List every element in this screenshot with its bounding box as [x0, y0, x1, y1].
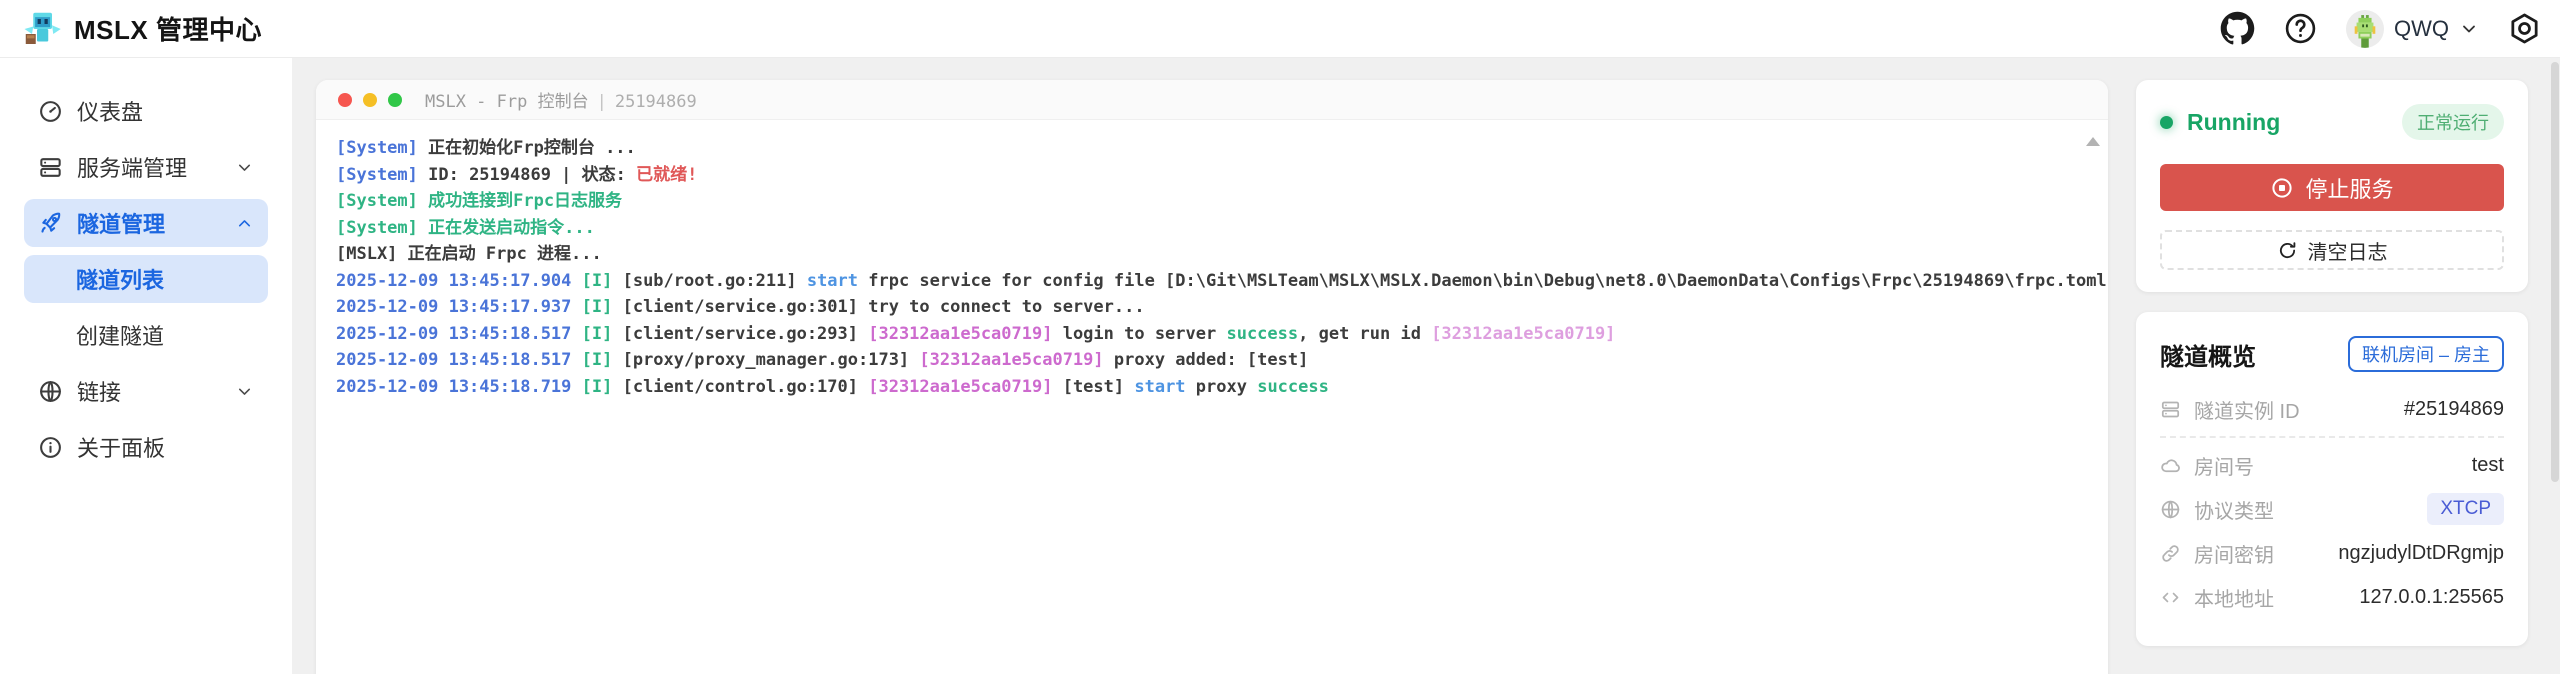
sidebar-item-tunnel-list[interactable]: 隧道列表	[24, 255, 268, 303]
sidebar-item-label: 隧道列表	[76, 263, 164, 295]
status-dot-icon	[2160, 116, 2173, 129]
overview-rows: 隧道实例 ID #25194869 房间号 test 协议类型 XTCP 房间密钥 ngzju…	[2160, 387, 2504, 619]
overview-row: 隧道实例 ID #25194869	[2160, 387, 2504, 431]
server-icon	[2160, 399, 2181, 420]
server-icon	[38, 155, 63, 180]
header-actions: QWQ	[2220, 10, 2542, 48]
github-icon[interactable]	[2220, 11, 2255, 46]
username: QWQ	[2394, 16, 2449, 42]
chevron-down-icon	[235, 382, 254, 401]
chevron-down-icon	[2459, 19, 2479, 39]
page-title: MSLX 管理中心	[74, 10, 262, 47]
dashed-divider	[2160, 436, 2504, 438]
globe-icon	[38, 379, 63, 404]
log-line: 2025-12-09 13:45:18.517 [I] [client/serv…	[336, 321, 2088, 348]
sidebar-item-dashboard[interactable]: 仪表盘	[24, 87, 268, 135]
log-line: 2025-12-09 13:45:18.719 [I] [client/cont…	[336, 374, 2088, 401]
log-line: [System] 正在发送启动指令...	[336, 215, 2088, 242]
overview-row-label: 房间密钥	[2194, 539, 2274, 568]
app-header: MSLX 管理中心	[0, 0, 2560, 58]
sidebar-item-server-management[interactable]: 服务端管理	[24, 143, 268, 191]
sidebar-item-label: 服务端管理	[77, 151, 187, 183]
sidebar-item-links[interactable]: 链接	[24, 367, 268, 415]
overview-row-label: 本地地址	[2194, 583, 2274, 612]
log-line: [System] 成功连接到Frpc日志服务	[336, 188, 2088, 215]
info-icon	[38, 435, 63, 460]
sidebar-item-create-tunnel[interactable]: 创建隧道	[24, 311, 268, 359]
terminal-instance-id: 25194869	[615, 92, 697, 112]
overview-row-value: 127.0.0.1:25565	[2359, 586, 2504, 609]
sidebar-item-label: 隧道管理	[77, 207, 165, 239]
overview-row-label: 隧道实例 ID	[2194, 395, 2300, 424]
log-line: 2025-12-09 13:45:17.937 [I] [client/serv…	[336, 294, 2088, 321]
traffic-light-yellow-icon	[363, 93, 377, 107]
overview-row-value: #25194869	[2404, 398, 2504, 421]
sidebar-item-label: 仪表盘	[77, 95, 143, 127]
chevron-down-icon	[235, 158, 254, 177]
overview-row-label: 房间号	[2194, 451, 2254, 480]
log-line: 2025-12-09 13:45:17.904 [I] [sub/root.go…	[336, 268, 2088, 295]
log-line: [System] ID: 25194869 | 状态: 已就绪!	[336, 162, 2088, 189]
settings-icon[interactable]	[2507, 11, 2542, 46]
cloud-icon	[2160, 455, 2181, 476]
scroll-up-arrow[interactable]	[2086, 137, 2100, 146]
traffic-light-red-icon	[338, 93, 352, 107]
traffic-light-green-icon	[388, 93, 402, 107]
stop-service-button[interactable]: 停止服务	[2160, 164, 2504, 211]
user-menu[interactable]: QWQ	[2346, 10, 2479, 48]
status-label: Running	[2187, 109, 2280, 136]
sidebar-item-label: 创建隧道	[76, 319, 164, 351]
sidebar-nav: 仪表盘服务端管理隧道管理隧道列表创建隧道链接关于面板	[0, 58, 292, 674]
gauge-icon	[38, 99, 63, 124]
service-status-card: Running 正常运行 停止服务 清空日志	[2136, 80, 2528, 292]
log-line: [System] 正在初始化Frp控制台 ...	[336, 135, 2088, 162]
code-icon	[2160, 587, 2181, 608]
stop-icon	[2270, 176, 2294, 200]
app-root: MSLX 管理中心	[0, 0, 2560, 674]
overview-header: 隧道概览 联机房间 – 房主	[2160, 336, 2504, 372]
sidebar-item-label: 关于面板	[77, 431, 165, 463]
chevron-up-icon	[235, 214, 254, 233]
rocket-icon	[38, 211, 63, 236]
overview-row: 协议类型 XTCP	[2160, 487, 2504, 531]
clear-log-button[interactable]: 清空日志	[2160, 230, 2504, 270]
overview-row: 房间密钥 ngzjudylDtDRgmjp	[2160, 531, 2504, 575]
sidebar-item-tunnel-management[interactable]: 隧道管理	[24, 199, 268, 247]
protocol-badge: XTCP	[2427, 493, 2504, 525]
tunnel-overview-card: 隧道概览 联机房间 – 房主 隧道实例 ID #25194869 房间号 test 协议…	[2136, 312, 2528, 646]
sidebar-item-label: 链接	[77, 375, 121, 407]
overview-row: 房间号 test	[2160, 443, 2504, 487]
avatar	[2346, 10, 2384, 48]
overview-row: 本地地址 127.0.0.1:25565	[2160, 575, 2504, 619]
log-line: 2025-12-09 13:45:18.517 [I] [proxy/proxy…	[336, 347, 2088, 374]
app-logo-icon	[22, 9, 62, 49]
status-row: Running 正常运行	[2160, 106, 2504, 138]
status-badge: 正常运行	[2402, 104, 2504, 140]
terminal-title: MSLX - Frp 控制台|25194869	[425, 87, 697, 112]
globe-icon	[2160, 499, 2181, 520]
brand: MSLX 管理中心	[22, 9, 262, 49]
log-line: [MSLX] 正在启动 Frpc 进程...	[336, 241, 2088, 268]
sidebar-item-about[interactable]: 关于面板	[24, 423, 268, 471]
frp-console-window: MSLX - Frp 控制台|25194869 [System] 正在初始化Fr…	[316, 80, 2108, 674]
terminal-title-separator: |	[589, 92, 615, 112]
room-role-badge: 联机房间 – 房主	[2348, 336, 2504, 372]
overview-title: 隧道概览	[2160, 337, 2256, 372]
terminal-log[interactable]: [System] 正在初始化Frp控制台 ...[System] ID: 251…	[316, 120, 2108, 415]
page-scrollbar[interactable]	[2551, 62, 2559, 482]
link-icon	[2160, 543, 2181, 564]
refresh-icon	[2277, 240, 2298, 261]
help-icon[interactable]	[2283, 11, 2318, 46]
overview-row-value: test	[2472, 454, 2504, 477]
terminal-titlebar: MSLX - Frp 控制台|25194869	[316, 80, 2108, 120]
overview-row-label: 协议类型	[2194, 495, 2274, 524]
overview-row-value: ngzjudylDtDRgmjp	[2338, 542, 2504, 565]
